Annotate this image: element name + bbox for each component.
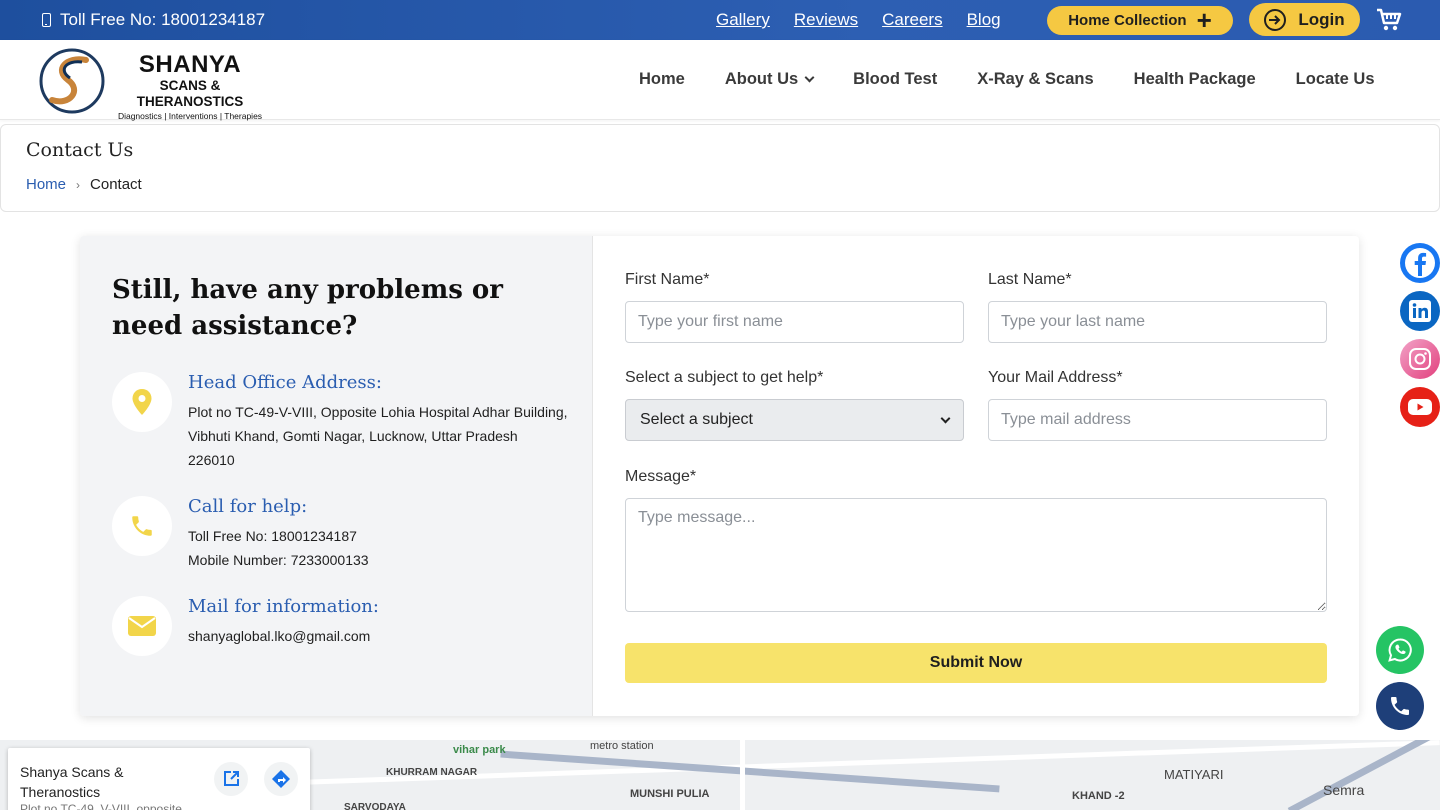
call-text: Toll Free No: 18001234187 Mobile Number:…: [188, 524, 568, 572]
main-menu: Home About Us Blood Test X-Ray & Scans H…: [639, 40, 1375, 118]
location-map[interactable]: vihar park KHURRAM NAGAR metro station M…: [0, 740, 1440, 810]
main-navbar: SHANYA SCANS & THERANOSTICS Diagnostics …: [0, 40, 1440, 121]
map-label: Semra: [1323, 782, 1365, 798]
logo-subtitle: SCANS & THERANOSTICS: [136, 78, 244, 109]
facebook-icon[interactable]: [1400, 243, 1440, 283]
map-road: [740, 740, 745, 810]
mail-address-input[interactable]: [988, 399, 1327, 441]
nav-health-package[interactable]: Health Package: [1134, 70, 1256, 89]
gallery-link[interactable]: Gallery: [716, 10, 770, 30]
subject-select[interactable]: Select a subject: [625, 399, 964, 441]
reviews-link[interactable]: Reviews: [794, 10, 858, 30]
last-name-input[interactable]: [988, 301, 1327, 343]
call-float-button[interactable]: [1376, 682, 1424, 730]
breadcrumb: Home › Contact: [26, 176, 142, 193]
map-label: KHURRAM NAGAR: [386, 767, 478, 778]
map-place-card: Shanya Scans & Theranostics Plot no TC-4…: [8, 748, 310, 810]
phone-icon: [112, 496, 172, 556]
map-label: metro station: [590, 740, 654, 752]
open-in-maps-button[interactable]: [214, 762, 248, 796]
map-place-address: Plot no TC-49, V-VIII, opposite: [20, 802, 182, 810]
directions-icon: [272, 770, 290, 788]
instagram-icon[interactable]: [1400, 339, 1440, 379]
office-address-text: Plot no TC-49-V-VIII, Opposite Lohia Hos…: [188, 404, 568, 468]
map-road: [1287, 740, 1433, 810]
first-name-input[interactable]: [625, 301, 964, 343]
mobile-phone-icon: [42, 13, 51, 27]
nav-locate-label: Locate Us: [1295, 69, 1375, 88]
top-links: Gallery Reviews Careers Blog: [716, 0, 1001, 40]
chevron-down-icon: [940, 413, 951, 423]
nav-blood-test[interactable]: Blood Test: [853, 70, 937, 89]
subject-label: Select a subject to get help*: [625, 369, 824, 386]
submit-button[interactable]: Submit Now: [625, 643, 1327, 683]
login-label: Login: [1298, 9, 1345, 29]
chevron-down-icon: [804, 72, 815, 82]
logo-mark-icon: [39, 48, 105, 114]
toll-free-text: Toll Free No: 18001234187: [60, 10, 266, 29]
call-block: Call for help: Toll Free No: 18001234187…: [112, 496, 562, 576]
last-name-label: Last Name*: [988, 271, 1072, 288]
login-button[interactable]: Login: [1249, 3, 1360, 36]
nav-xray-label: X-Ray & Scans: [977, 69, 1094, 88]
subject-select-value: Select a subject: [640, 411, 753, 428]
contact-info-panel: Still, have any problems or need assista…: [80, 236, 593, 716]
mail-address-label: Your Mail Address*: [988, 369, 1123, 386]
contact-form: First Name* Last Name* Select a subject …: [593, 236, 1359, 716]
call-toll-free: Toll Free No: 18001234187: [188, 528, 357, 544]
nav-home-label: Home: [639, 69, 685, 88]
logo-name: SHANYA: [138, 51, 242, 78]
office-address-title: Head Office Address:: [188, 372, 382, 393]
nav-locate-us[interactable]: Locate Us: [1296, 70, 1375, 89]
nav-about-label: About Us: [724, 69, 799, 88]
map-place-title: Shanya Scans & Theranostics: [20, 764, 124, 800]
site-logo[interactable]: SHANYA SCANS & THERANOSTICS Diagnostics …: [38, 48, 268, 121]
logo-tagline: Diagnostics | Interventions | Therapies: [117, 111, 263, 121]
breadcrumb-home-link[interactable]: Home: [26, 176, 66, 193]
map-label: vihar park: [453, 744, 506, 756]
nav-blood-test-label: Blood Test: [853, 69, 938, 88]
phone-icon: [1391, 697, 1409, 715]
whatsapp-icon[interactable]: [1376, 626, 1424, 674]
directions-button[interactable]: [264, 762, 298, 796]
cart-icon[interactable]: [1376, 8, 1402, 32]
location-pin-icon: [112, 372, 172, 432]
call-mobile: Mobile Number: 7233000133: [188, 552, 369, 568]
careers-link[interactable]: Careers: [882, 10, 942, 30]
office-address-block: Head Office Address: Plot no TC-49-V-VII…: [112, 372, 568, 472]
page-title: Contact Us: [26, 139, 134, 161]
home-collection-button[interactable]: Home Collection +: [1047, 6, 1233, 35]
map-label: SARVODAYA: [344, 802, 406, 810]
nav-home[interactable]: Home: [639, 70, 685, 89]
first-name-label: First Name*: [625, 271, 710, 288]
plus-icon: +: [1196, 4, 1212, 35]
envelope-icon: [112, 596, 172, 656]
home-collection-label: Home Collection: [1068, 12, 1187, 29]
blog-link[interactable]: Blog: [967, 10, 1001, 30]
message-textarea[interactable]: [625, 498, 1327, 612]
map-label: MATIYARI: [1164, 767, 1224, 782]
mail-block: Mail for information: shanyaglobal.lko@g…: [112, 596, 562, 666]
mail-text[interactable]: shanyaglobal.lko@gmail.com: [188, 624, 568, 648]
breadcrumb-separator-icon: ›: [76, 177, 81, 192]
login-icon: [1264, 8, 1287, 31]
nav-health-package-label: Health Package: [1133, 69, 1256, 88]
breadcrumb-current: Contact: [90, 176, 142, 193]
nav-xray-scans[interactable]: X-Ray & Scans: [977, 70, 1093, 89]
nav-about-us[interactable]: About Us: [724, 69, 815, 89]
external-link-icon: [224, 771, 239, 786]
contact-card: Still, have any problems or need assista…: [80, 236, 1359, 716]
page-header-card: Contact Us Home › Contact: [0, 124, 1440, 212]
youtube-icon[interactable]: [1400, 387, 1440, 427]
top-bar: Toll Free No: 18001234187 Gallery Review…: [0, 0, 1440, 40]
mail-title: Mail for information:: [188, 596, 379, 617]
map-label: MUNSHI PULIA: [630, 788, 710, 800]
call-title: Call for help:: [188, 496, 308, 517]
contact-heading: Still, have any problems or need assista…: [112, 275, 503, 341]
linkedin-icon[interactable]: [1400, 291, 1440, 331]
map-label: KHAND -2: [1072, 790, 1125, 802]
logo-text: SHANYA SCANS & THERANOSTICS Diagnostics …: [110, 52, 270, 122]
toll-free-info: Toll Free No: 18001234187: [42, 0, 265, 40]
message-label: Message*: [625, 468, 697, 485]
